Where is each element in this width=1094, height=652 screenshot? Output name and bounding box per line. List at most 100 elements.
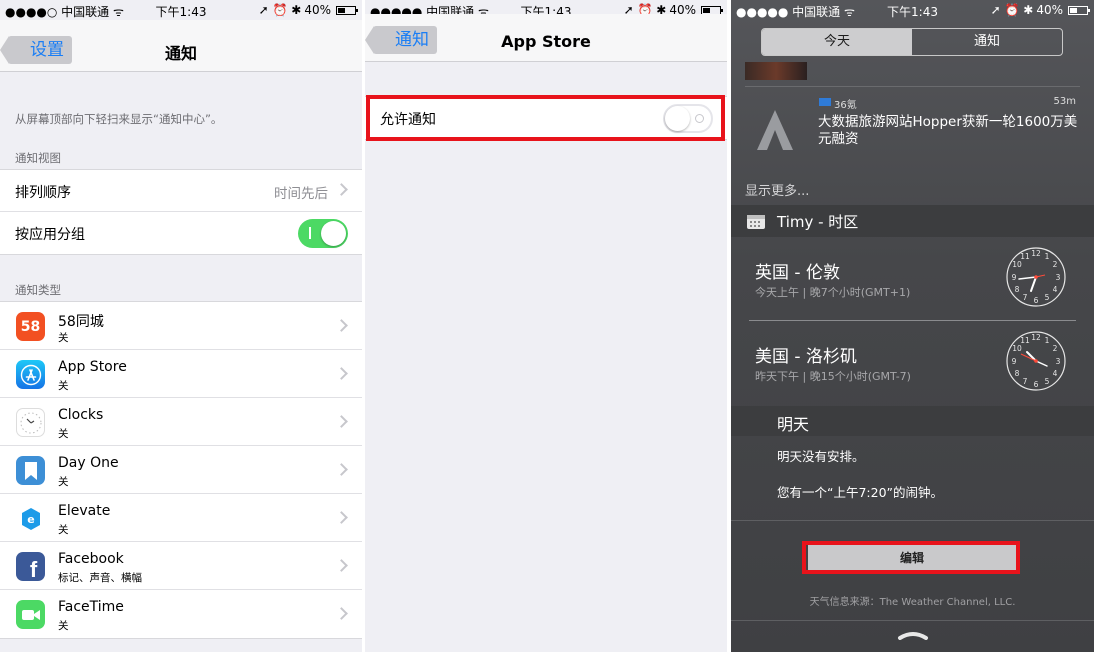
page-title: App Store — [501, 32, 591, 51]
chevron-right-icon — [335, 415, 348, 428]
timy-widget-header[interactable]: Timy - 时区 — [731, 205, 1094, 237]
tomorrow-header: 明天 — [731, 406, 1094, 436]
facebook-icon: f — [16, 552, 45, 581]
app-row-app-store[interactable]: App Store 关 — [0, 350, 362, 398]
svg-text:7: 7 — [1023, 377, 1028, 386]
sort-order-row[interactable]: 排列顺序 时间先后 — [0, 170, 362, 212]
sort-order-value: 时间先后 — [274, 186, 328, 202]
app-name: FaceTime — [58, 599, 124, 615]
status-right: ➚ ⏰ ✱ 40% — [990, 3, 1090, 17]
svg-text:2: 2 — [1053, 344, 1058, 353]
divider — [749, 320, 1076, 321]
tomorrow-title: 明天 — [777, 415, 810, 434]
notification-center-hint: 从屏幕顶部向下轻扫来显示“通知中心”。 — [15, 112, 223, 126]
news-source: 36氪 — [834, 100, 857, 111]
svg-text:1: 1 — [1045, 336, 1050, 345]
app-status: 关 — [58, 332, 69, 344]
page-title: 通知 — [164, 44, 197, 63]
toggle-knob — [321, 221, 346, 246]
app-name: App Store — [58, 359, 127, 375]
app-status: 关 — [58, 476, 69, 488]
battery-percent: 40% — [304, 3, 331, 17]
svg-text:2: 2 — [1053, 260, 1058, 269]
timy-widget-title: Timy - 时区 — [777, 213, 859, 231]
36kr-badge-icon — [819, 98, 831, 106]
app-status: 关 — [58, 380, 69, 392]
clock-row-los-angeles[interactable]: 美国 - 洛杉矶 昨天下午 | 晚15个小时(GMT-7) 12 1 2 3 4 5 6 7 8… — [731, 322, 1094, 402]
app-row-58[interactable]: 58 58同城 关 — [0, 302, 362, 350]
app-row-clocks[interactable]: Clocks 关 — [0, 398, 362, 446]
news-notification[interactable]: 36氪 53m 大数据旅游网站Hopper获新一轮1600万美元融资 — [745, 96, 1080, 166]
svg-text:9: 9 — [1012, 273, 1017, 282]
svg-text:11: 11 — [1020, 336, 1030, 345]
highlight-box — [366, 95, 725, 141]
svg-text:7: 7 — [1023, 293, 1028, 302]
status-icons: ➚ ⏰ ✱ — [990, 3, 1034, 17]
clock-row-london[interactable]: 英国 - 伦敦 今天上午 | 晚7个小时(GMT+1) 12 1 2 3 4 5 6 7 8 9 1… — [731, 240, 1094, 320]
day-one-icon — [16, 456, 45, 485]
svg-text:11: 11 — [1020, 252, 1030, 261]
app-row-day-one[interactable]: Day One 关 — [0, 446, 362, 494]
divider — [731, 520, 1094, 521]
notifications-settings-screen: ●●●●○ 中国联通 ᯤ 下午1:43 ➚ ⏰ ✱ 40% 设置 通知 从屏幕顶… — [0, 0, 362, 652]
status-bar: ●●●●● 中国联通 ᯤ 下午1:43 ➚ ⏰ ✱ 40% — [731, 0, 1094, 20]
app-row-elevate[interactable]: e Elevate 关 — [0, 494, 362, 542]
chevron-right-icon — [335, 559, 348, 572]
svg-text:8: 8 — [1015, 369, 1020, 378]
status-right: ➚ ⏰ ✱ 40% — [258, 3, 358, 17]
svg-text:5: 5 — [1045, 377, 1050, 386]
app-name: Elevate — [58, 503, 111, 519]
tab-notifications[interactable]: 通知 — [912, 29, 1062, 55]
city-name: 美国 - 洛杉矶 — [755, 347, 857, 367]
status-icons: ➚ ⏰ ✱ — [258, 3, 302, 17]
svg-text:8: 8 — [1015, 285, 1020, 294]
svg-text:4: 4 — [1053, 369, 1058, 378]
svg-text:12: 12 — [1031, 333, 1041, 342]
chevron-right-icon — [335, 319, 348, 332]
nav-bar: 设置 通知 — [0, 20, 362, 72]
svg-text:3: 3 — [1056, 357, 1061, 366]
app-store-icon — [16, 360, 45, 389]
section-header-view: 通知视图 — [15, 151, 61, 165]
chevron-right-icon — [335, 183, 348, 196]
news-thumbnail-partial — [745, 62, 807, 80]
analog-clock-icon: 12 12 3 45678 9 1011 — [1006, 247, 1066, 307]
city-name: 英国 - 伦敦 — [755, 263, 840, 283]
app-name: 58同城 — [58, 314, 104, 330]
svg-text:4: 4 — [1053, 285, 1058, 294]
chevron-right-icon — [335, 607, 348, 620]
app-row-facetime[interactable]: FaceTime 关 — [0, 590, 362, 638]
show-more-link[interactable]: 显示更多... — [745, 180, 809, 199]
pull-up-handle-icon[interactable] — [897, 630, 929, 640]
clocks-app-icon — [16, 408, 45, 437]
chevron-right-icon — [335, 367, 348, 380]
app-status: 关 — [58, 620, 69, 632]
notification-center-screen: ●●●●● 中国联通 ᯤ 下午1:43 ➚ ⏰ ✱ 40% 今天 通知 36氪 … — [731, 0, 1094, 652]
no-events-text: 明天没有安排。 — [777, 449, 865, 464]
tab-today[interactable]: 今天 — [762, 29, 912, 55]
app-store-notification-screen: ●●●●● 中国联通 ᯤ 下午1:43 ➚ ⏰ ✱ 40% 通知 App Sto… — [365, 0, 727, 652]
svg-text:6: 6 — [1034, 296, 1039, 305]
calendar-icon — [747, 215, 765, 229]
analog-clock-icon: 12 12 3 45678 9 1011 — [1006, 331, 1066, 391]
group-by-app-toggle[interactable] — [298, 219, 348, 248]
divider — [731, 620, 1094, 621]
battery-icon — [1068, 5, 1090, 15]
city-offset: 今天上午 | 晚7个小时(GMT+1) — [755, 286, 911, 299]
app-name: Day One — [58, 455, 119, 471]
app-row-facebook[interactable]: f Facebook 标记、声音、横幅 — [0, 542, 362, 590]
svg-text:9: 9 — [1012, 357, 1017, 366]
svg-text:12: 12 — [1031, 249, 1041, 258]
alarm-text: 您有一个“上午7:20”的闹钟。 — [777, 485, 944, 500]
svg-text:1: 1 — [1045, 252, 1050, 261]
group-by-app-label: 按应用分组 — [15, 227, 85, 243]
battery-percent: 40% — [1036, 3, 1063, 17]
58-app-icon: 58 — [16, 312, 45, 341]
toggle-on-mark — [309, 227, 311, 239]
highlight-box — [802, 541, 1020, 574]
svg-text:5: 5 — [1045, 293, 1050, 302]
today-notifications-segmented-control: 今天 通知 — [761, 28, 1063, 56]
app-status: 关 — [58, 428, 69, 440]
facetime-icon — [16, 600, 45, 629]
svg-text:e: e — [27, 513, 34, 526]
